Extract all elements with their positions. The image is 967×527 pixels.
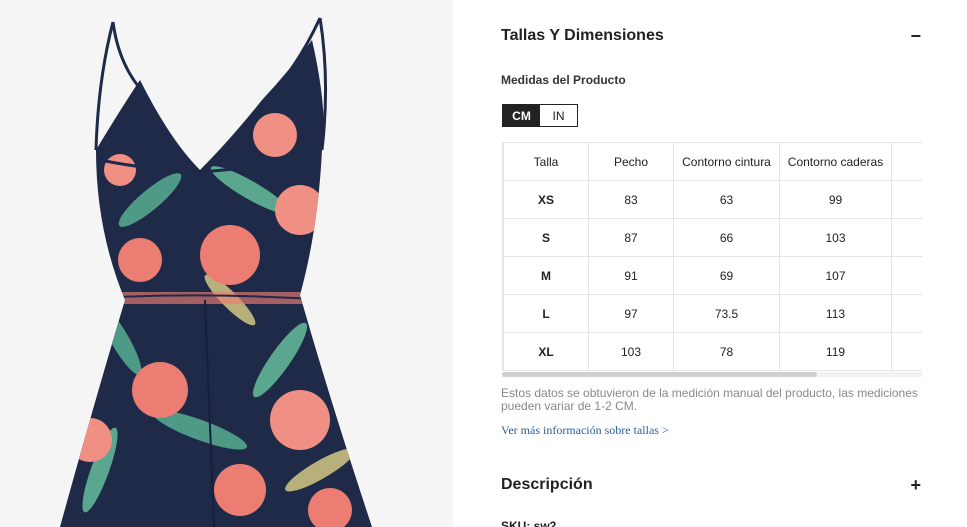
size-table-header-row: Talla Pecho Contorno cintura Contorno ca…	[503, 142, 922, 181]
table-cell	[891, 294, 922, 333]
table-cell: 113	[779, 294, 892, 333]
unit-in-button[interactable]: IN	[540, 105, 577, 126]
product-image	[0, 0, 453, 527]
table-cell: 66	[673, 218, 780, 257]
collapse-icon[interactable]: −	[901, 26, 921, 47]
header-cell: L	[891, 142, 922, 181]
table-cell: 119	[779, 332, 892, 371]
table-cell: 8	[891, 256, 922, 295]
size-table-container[interactable]: Talla Pecho Contorno cintura Contorno ca…	[502, 142, 922, 371]
header-cell: Talla	[503, 142, 589, 181]
size-table: Talla Pecho Contorno cintura Contorno ca…	[503, 142, 922, 371]
table-scrollbar-thumb[interactable]	[502, 372, 817, 377]
size-cell: S	[503, 218, 589, 257]
table-cell: 91	[588, 256, 674, 295]
size-cell: XS	[503, 180, 589, 219]
table-cell: 73.5	[673, 294, 780, 333]
table-cell: 99	[779, 180, 892, 219]
table-cell: 97	[588, 294, 674, 333]
measurement-note: Estos datos se obtuvieron de la medición…	[501, 386, 918, 413]
table-cell	[891, 218, 922, 257]
size-cell: XL	[503, 332, 589, 371]
table-cell: 83	[588, 180, 674, 219]
product-details-panel: Tallas Y Dimensiones − Medidas del Produ…	[453, 0, 967, 527]
header-cell: Contorno cintura	[673, 142, 780, 181]
header-cell: Pecho	[588, 142, 674, 181]
description-preview-text: SKU: sw2	[501, 519, 557, 527]
table-row: XS 83 63 99 1	[503, 180, 922, 219]
unit-cm-button[interactable]: CM	[503, 105, 540, 126]
size-cell: L	[503, 294, 589, 333]
table-row: XL 103 78 119 8	[503, 332, 922, 371]
table-cell: 63	[673, 180, 780, 219]
dress-illustration	[0, 0, 453, 527]
description-section-title: Descripción	[501, 476, 593, 493]
table-cell: 8	[891, 332, 922, 371]
table-cell: 107	[779, 256, 892, 295]
table-cell: 103	[588, 332, 674, 371]
table-row: L 97 73.5 113	[503, 294, 922, 333]
header-cell: Contorno caderas	[779, 142, 892, 181]
more-size-info-link[interactable]: Ver más información sobre tallas >	[501, 423, 669, 438]
table-cell: 87	[588, 218, 674, 257]
sizes-section-title: Tallas Y Dimensiones	[501, 27, 664, 44]
table-row: S 87 66 103	[503, 218, 922, 257]
table-cell: 78	[673, 332, 780, 371]
expand-icon[interactable]: +	[901, 475, 921, 496]
table-cell: 103	[779, 218, 892, 257]
table-cell: 69	[673, 256, 780, 295]
table-row: M 91 69 107 8	[503, 256, 922, 295]
description-section-header[interactable]: Descripción +	[501, 470, 921, 500]
unit-switch: CM IN	[502, 104, 578, 127]
table-cell: 1	[891, 180, 922, 219]
size-cell: M	[503, 256, 589, 295]
sizes-section-header[interactable]: Tallas Y Dimensiones −	[501, 21, 921, 51]
table-scrollbar[interactable]	[502, 372, 922, 377]
measurements-subtitle: Medidas del Producto	[501, 73, 626, 87]
